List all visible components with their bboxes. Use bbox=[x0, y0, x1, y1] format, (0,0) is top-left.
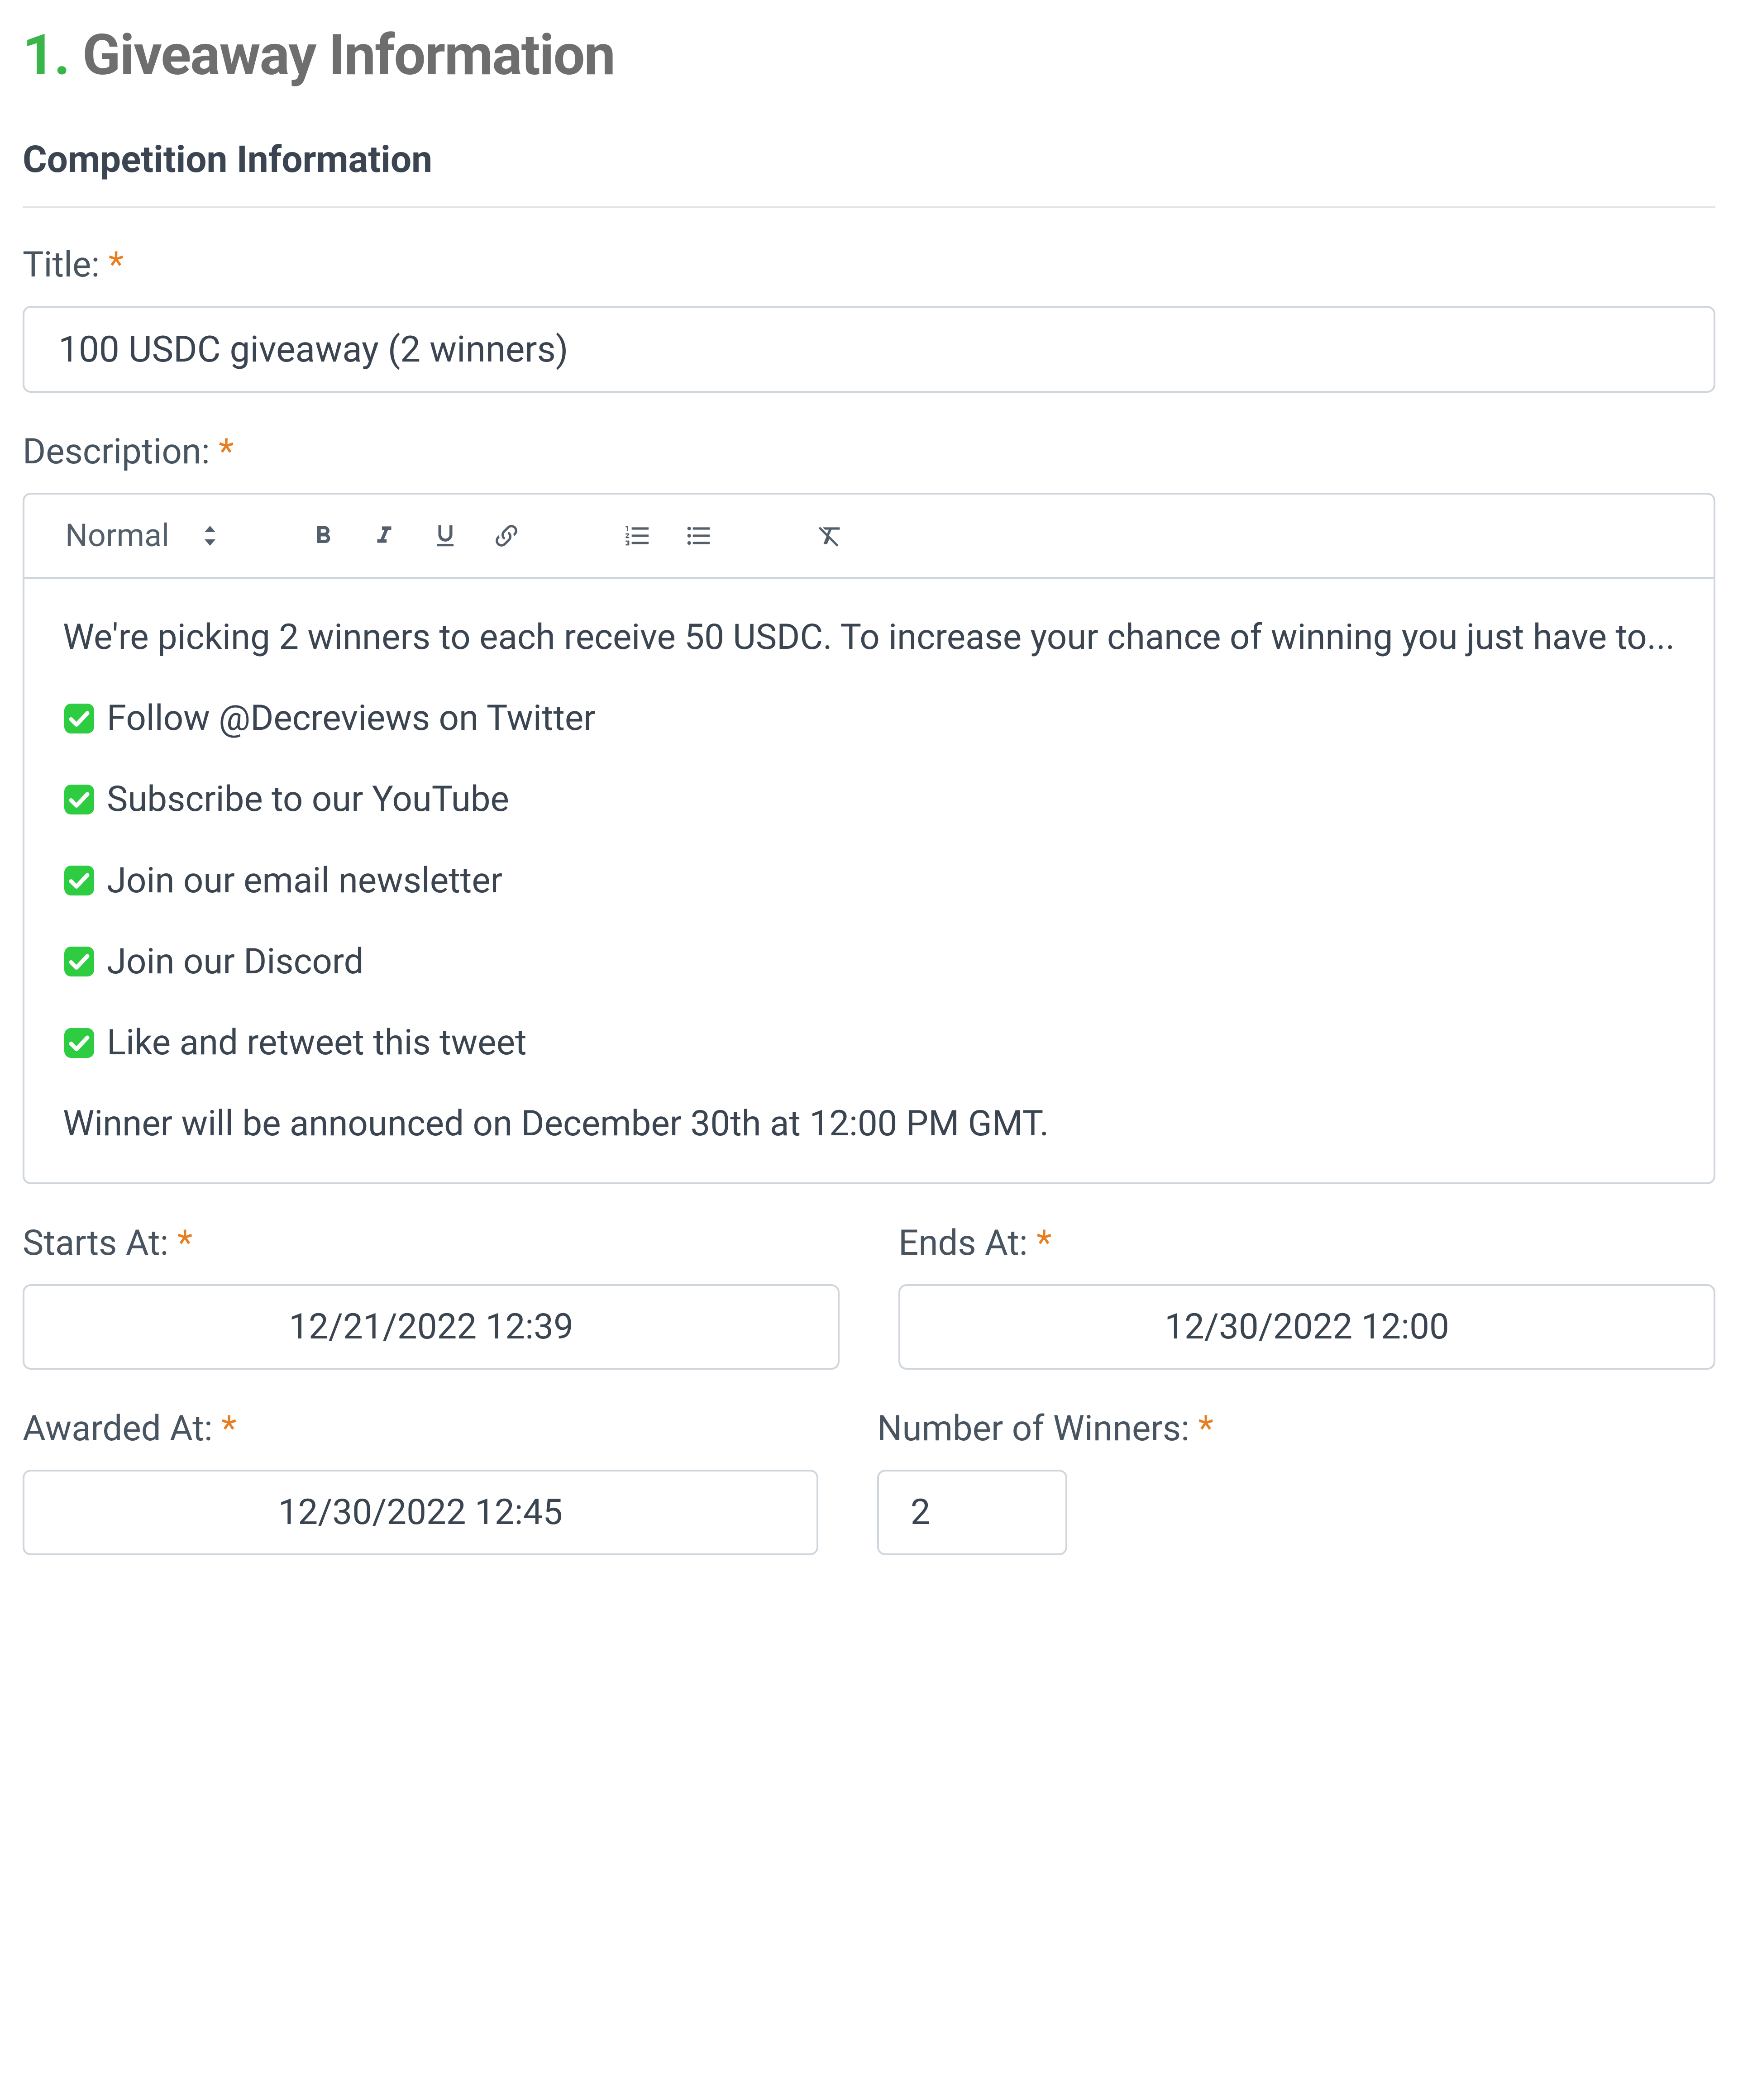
step-number: 1. bbox=[23, 23, 69, 88]
check-icon bbox=[63, 783, 95, 816]
clear-format-button[interactable] bbox=[805, 511, 855, 561]
starts-at-label: Starts At: * bbox=[23, 1223, 840, 1264]
title-label: Title: * bbox=[23, 244, 1715, 286]
description-item: Subscribe to our YouTube bbox=[107, 775, 509, 824]
unordered-list-button[interactable] bbox=[674, 511, 724, 561]
check-icon bbox=[63, 864, 95, 897]
link-button[interactable] bbox=[482, 511, 531, 561]
description-item: Join our Discord bbox=[107, 937, 364, 986]
description-intro: We're picking 2 winners to each receive … bbox=[63, 613, 1675, 662]
check-icon bbox=[63, 945, 95, 978]
ends-at-input[interactable] bbox=[898, 1284, 1715, 1370]
ordered-list-button[interactable] bbox=[613, 511, 663, 561]
editor-toolbar: Normal bbox=[24, 495, 1714, 579]
bold-button[interactable] bbox=[298, 511, 348, 561]
chevron-updown-icon bbox=[201, 522, 219, 549]
italic-button[interactable] bbox=[359, 511, 409, 561]
winners-label: Number of Winners: * bbox=[877, 1408, 1715, 1449]
ends-at-label: Ends At: * bbox=[898, 1223, 1715, 1264]
title-input[interactable] bbox=[23, 306, 1715, 393]
description-outro: Winner will be announced on December 30t… bbox=[63, 1099, 1675, 1148]
awarded-at-input[interactable] bbox=[23, 1470, 818, 1555]
description-editor: Normal bbox=[23, 493, 1715, 1184]
description-item: Follow @Decreviews on Twitter bbox=[107, 694, 596, 743]
awarded-at-label: Awarded At: * bbox=[23, 1408, 818, 1449]
description-textarea[interactable]: We're picking 2 winners to each receive … bbox=[24, 579, 1714, 1182]
section-title: Competition Information bbox=[23, 138, 1715, 208]
format-dropdown[interactable]: Normal bbox=[52, 508, 233, 563]
check-icon bbox=[63, 702, 95, 735]
winners-input[interactable] bbox=[877, 1470, 1067, 1555]
description-item: Join our email newsletter bbox=[107, 856, 502, 905]
page-title-text: Giveaway Information bbox=[82, 23, 615, 88]
page-title: 1. Giveaway Information bbox=[23, 23, 1715, 88]
check-icon bbox=[63, 1027, 95, 1059]
underline-button[interactable] bbox=[420, 511, 470, 561]
description-label: Description: * bbox=[23, 431, 1715, 472]
starts-at-input[interactable] bbox=[23, 1284, 840, 1370]
description-item: Like and retweet this tweet bbox=[107, 1018, 527, 1067]
